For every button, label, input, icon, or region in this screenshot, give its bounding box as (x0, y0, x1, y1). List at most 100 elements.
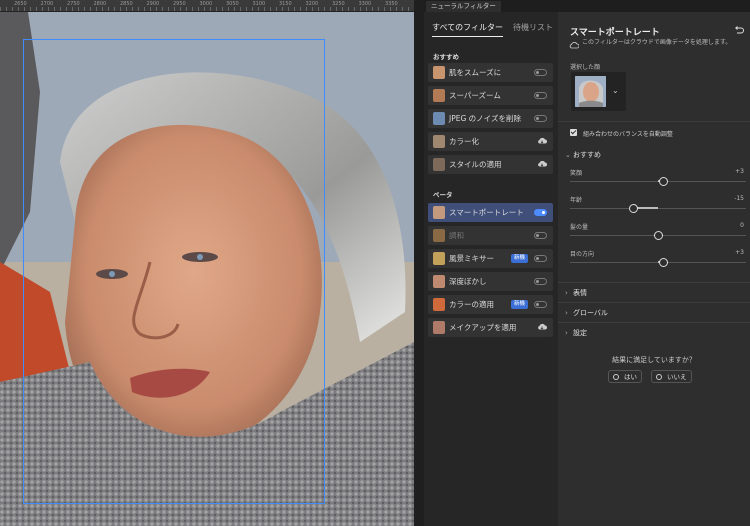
filter-name: 深度ぼかし (449, 277, 487, 286)
filter-thumbnail (433, 321, 445, 334)
ruler-tick-label: 2650 (14, 1, 27, 7)
slider-handle[interactable] (659, 177, 669, 186)
slider-handle[interactable] (629, 204, 639, 213)
slider-track[interactable] (570, 208, 746, 209)
face-selector[interactable]: ⌄ (571, 72, 626, 111)
slider-label: 目の方向 (570, 251, 595, 258)
ruler-tick-label: 3200 (305, 1, 319, 7)
filter-toggle[interactable] (534, 255, 547, 262)
filter-name: 肌をスムーズに (449, 68, 502, 77)
section-recommended[interactable]: ⌄ おすすめ (565, 150, 601, 160)
filter-name: スーパーズーム (449, 91, 501, 100)
feedback-question: 結果に満足していますか？ (612, 356, 696, 364)
featured-header: おすすめ (433, 53, 459, 61)
filter-name: スタイルの適用 (449, 160, 502, 169)
filter-item[interactable]: 深度ぼかし (428, 272, 553, 291)
face-selection-box[interactable] (23, 39, 325, 504)
feedback-yes-button[interactable]: はい (608, 370, 642, 383)
chevron-down-icon: ⌄ (612, 86, 619, 95)
slider-value: 0 (740, 222, 744, 229)
ruler-tick-label: 2750 (67, 1, 80, 7)
adjustment-slider[interactable]: 髪の量 0 (570, 222, 746, 244)
reset-icon[interactable] (734, 25, 744, 35)
adjustment-slider[interactable]: 年齢 -15 (570, 195, 746, 217)
selected-face-label: 選択した顔 (570, 64, 601, 71)
ruler-tick-label: 2700 (40, 1, 54, 7)
smile-icon (656, 374, 662, 380)
filter-item[interactable]: メイクアップを適用 (428, 318, 553, 337)
cloud-download-icon[interactable] (537, 323, 547, 331)
ruler-tick-label: 3350 (385, 1, 398, 7)
filter-item[interactable]: 肌をスムーズに (428, 63, 553, 82)
filter-name: カラー化 (449, 137, 479, 146)
collapsed-section[interactable]: › 表情 (565, 288, 587, 298)
filter-toggle[interactable] (534, 278, 547, 285)
filters-list-panel: すべてのフィルター 待機リスト おすすめ 肌をスムーズに スーパーズーム JPEG の… (424, 12, 558, 526)
ruler-tick-label: 2850 (120, 1, 133, 7)
filter-thumbnail (433, 158, 445, 171)
chevron-right-icon: › (565, 289, 568, 297)
filter-item[interactable]: スーパーズーム (428, 86, 553, 105)
divider (558, 322, 750, 323)
filter-toggle[interactable] (534, 232, 547, 239)
slider-label: 髪の量 (570, 224, 589, 231)
filter-name: JPEG のノイズを削除 (449, 114, 521, 123)
filter-item[interactable]: JPEG のノイズを削除 (428, 109, 553, 128)
cloud-download-icon[interactable] (537, 160, 547, 168)
ruler-tick-label: 3000 (199, 1, 213, 7)
slider-handle[interactable] (654, 231, 663, 240)
tab-neural-filters[interactable]: ニューラルフィルター (426, 1, 501, 12)
filter-thumbnail (433, 229, 445, 242)
tab-waitlist[interactable]: 待機リスト (513, 22, 553, 36)
divider (558, 302, 750, 303)
filter-item[interactable]: 調和 (428, 226, 553, 245)
face-thumbnail (575, 76, 606, 107)
filter-thumbnail (433, 252, 445, 265)
cloud-download-icon[interactable] (537, 137, 547, 145)
ruler-tick-label: 3100 (252, 1, 266, 7)
slider-value: +3 (735, 249, 744, 256)
filter-toggle[interactable] (534, 69, 547, 76)
filter-thumbnail (433, 298, 445, 311)
filter-name: スマートポートレート (449, 208, 524, 217)
ruler-tick-label: 3300 (358, 1, 372, 7)
ruler-tick-label: 2950 (173, 1, 186, 7)
slider-value: +3 (735, 168, 744, 175)
chevron-right-icon: › (565, 309, 568, 317)
filter-thumbnail (433, 135, 445, 148)
filter-toggle[interactable] (534, 209, 547, 216)
portrait-photo[interactable] (0, 12, 414, 526)
ruler-tick-label: 3150 (279, 1, 292, 7)
auto-balance-checkbox[interactable] (570, 129, 577, 136)
beta-header: ベータ (433, 191, 453, 199)
slider-label: 年齢 (570, 197, 583, 204)
filter-item[interactable]: スマートポートレート (428, 203, 553, 222)
ruler-tick-label: 2900 (146, 1, 160, 7)
divider (558, 282, 750, 283)
collapsed-section[interactable]: › グローバル (565, 308, 608, 318)
tab-all-filters[interactable]: すべてのフィルター (432, 22, 503, 37)
collapsed-section[interactable]: › 設定 (565, 328, 587, 338)
horizontal-ruler: 2650 2700 2750 2800 2850 2900 2950 3000 3050 3100… (0, 0, 414, 12)
filter-name: メイクアップを適用 (449, 323, 517, 332)
filter-toggle[interactable] (534, 92, 547, 99)
chevron-right-icon: › (565, 329, 568, 337)
slider-handle[interactable] (659, 258, 669, 267)
filter-thumbnail (433, 66, 445, 79)
filter-toggle[interactable] (534, 301, 547, 308)
filter-item[interactable]: カラー化 (428, 132, 553, 151)
filter-thumbnail (433, 275, 445, 288)
adjustment-slider[interactable]: 笑顔 +3 (570, 168, 746, 190)
document-canvas[interactable]: 2650 2700 2750 2800 2850 2900 2950 3000 3050 3100… (0, 0, 414, 526)
filter-thumbnail (433, 206, 445, 219)
smile-icon (613, 374, 619, 380)
filter-item[interactable]: カラーの適用 新機 (428, 295, 553, 314)
filter-item[interactable]: スタイルの適用 (428, 155, 553, 174)
adjustment-slider[interactable]: 目の方向 +3 (570, 249, 746, 271)
new-badge: 新機 (510, 300, 528, 309)
feedback-no-button[interactable]: いいえ (651, 370, 692, 383)
slider-label: 笑顔 (570, 170, 583, 177)
filter-toggle[interactable] (534, 115, 547, 122)
new-badge: 新機 (510, 254, 528, 263)
filter-item[interactable]: 風景ミキサー 新機 (428, 249, 553, 268)
